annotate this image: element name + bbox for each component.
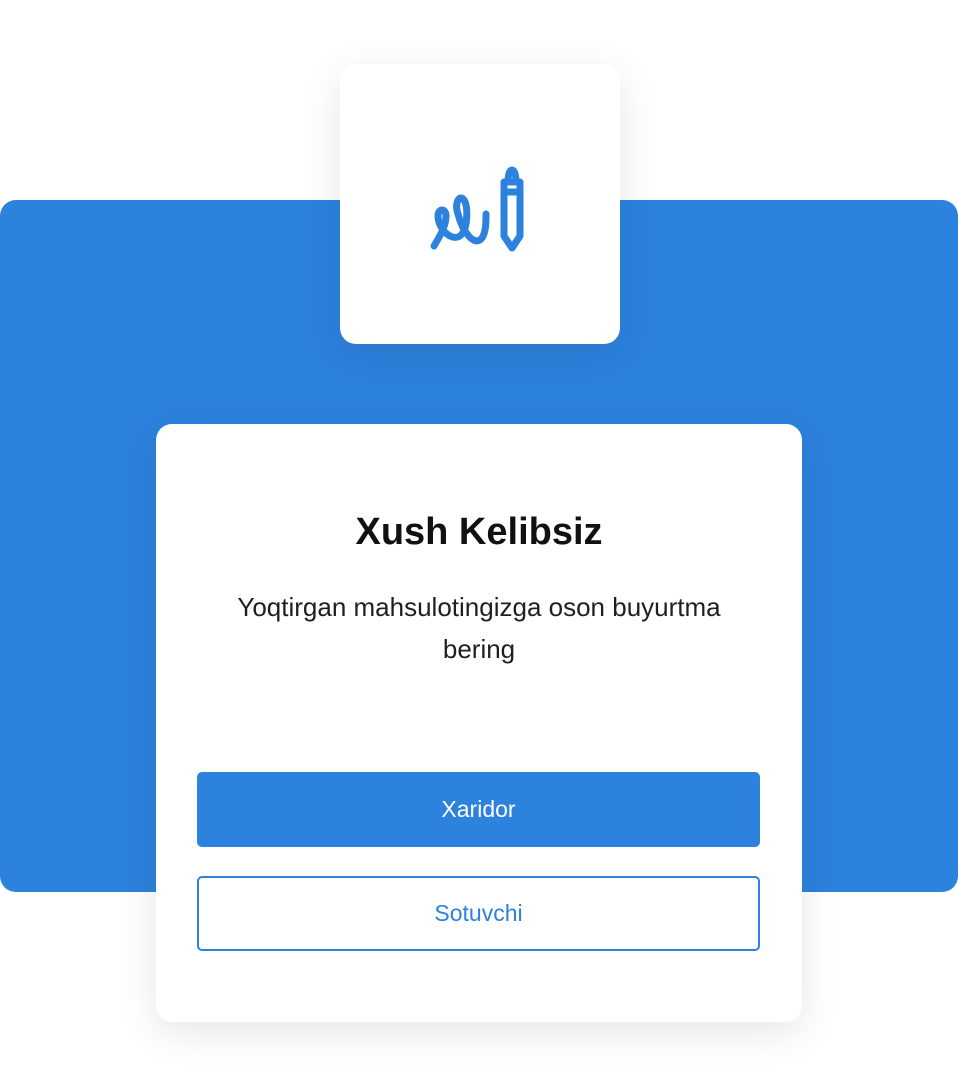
logo-card: [340, 64, 620, 344]
welcome-card: Xush Kelibsiz Yoqtirgan mahsulotingizga …: [156, 424, 802, 1022]
buyer-button[interactable]: Xaridor: [197, 772, 760, 847]
signature-pen-icon: [428, 156, 532, 252]
seller-button[interactable]: Sotuvchi: [197, 876, 760, 951]
welcome-title: Xush Kelibsiz: [355, 511, 603, 553]
welcome-subtitle: Yoqtirgan mahsulotingizga oson buyurtma …: [237, 592, 721, 664]
